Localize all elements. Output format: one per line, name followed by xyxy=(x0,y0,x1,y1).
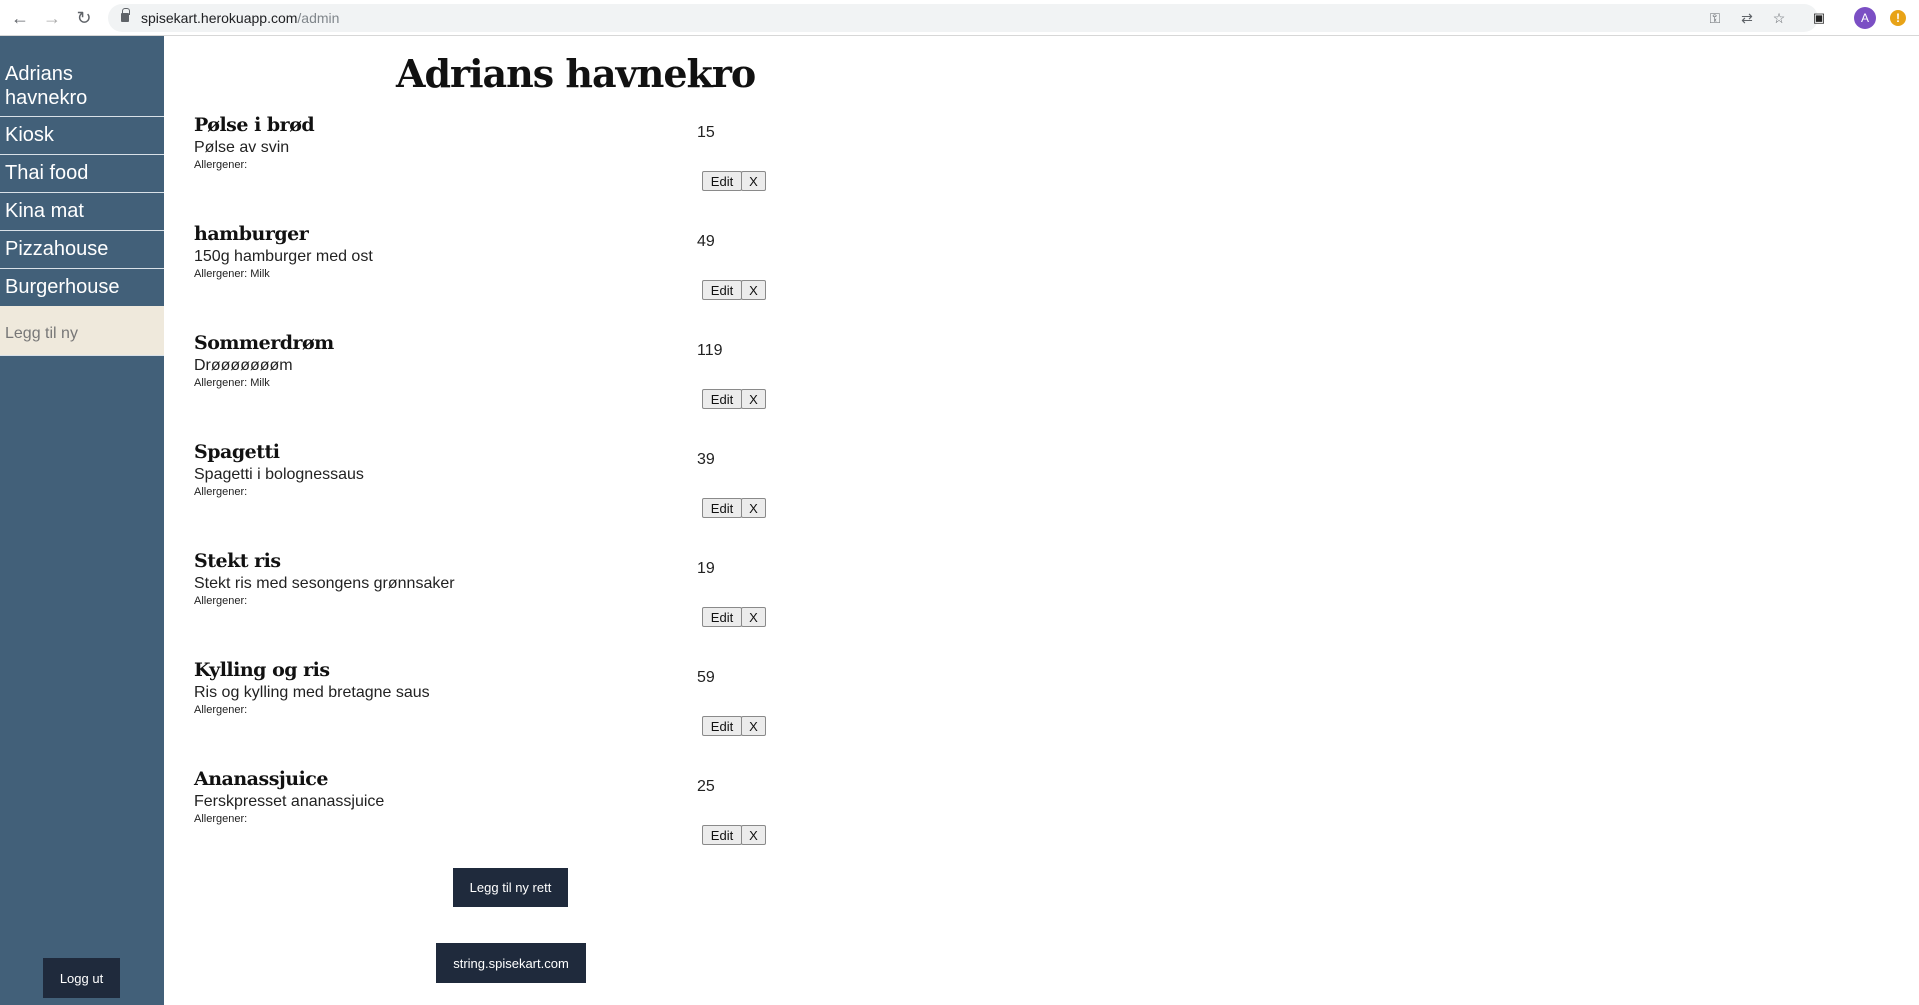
dish-price: 59 xyxy=(697,669,715,686)
address-bar[interactable]: spisekart.herokuapp.com/admin ⚿ ⇄ ☆ xyxy=(108,4,1818,32)
delete-button[interactable]: X xyxy=(741,280,766,300)
url-text: spisekart.herokuapp.com/admin xyxy=(141,10,339,26)
dish-name: Sommerdrøm xyxy=(194,332,334,354)
dish-description: Ris og kylling med bretagne saus xyxy=(194,684,430,701)
dish-item: Kylling og ris Ris og kylling med bretag… xyxy=(194,659,934,768)
dish-description: Stekt ris med sesongens grønnsaker xyxy=(194,575,455,592)
dish-allergens: Allergener: xyxy=(194,704,248,716)
dish-item: Pølse i brød Pølse av svin Allergener: 1… xyxy=(194,114,934,223)
sidebar-item-burgerhouse[interactable]: Burgerhouse xyxy=(0,269,164,306)
dish-description: Ferskpresset ananassjuice xyxy=(194,793,385,810)
dish-allergens: Allergener: xyxy=(194,486,248,498)
translate-icon[interactable]: ⇄ xyxy=(1738,9,1756,27)
page-title: Adrians havnekro xyxy=(396,51,756,96)
dish-description: Drøøøøøøøm xyxy=(194,357,293,374)
dish-price: 19 xyxy=(697,560,715,577)
dish-item: Sommerdrøm Drøøøøøøøm Allergener: Milk 1… xyxy=(194,332,934,441)
star-icon[interactable]: ☆ xyxy=(1770,9,1788,27)
dish-price: 39 xyxy=(697,451,715,468)
edit-button[interactable]: Edit xyxy=(702,498,742,518)
dish-price: 119 xyxy=(697,342,723,359)
dish-description: Pølse av svin xyxy=(194,139,290,156)
dish-name: Stekt ris xyxy=(194,550,281,572)
url-path: /admin xyxy=(297,10,340,26)
sidebar-item-kiosk[interactable]: Kiosk xyxy=(0,117,164,155)
dish-description: 150g hamburger med ost xyxy=(194,248,373,265)
dish-name: hamburger xyxy=(194,223,309,245)
edit-button[interactable]: Edit xyxy=(702,716,742,736)
add-dish-button[interactable]: Legg til ny rett xyxy=(453,868,568,907)
edit-button[interactable]: Edit xyxy=(702,280,742,300)
dish-name: Spagetti xyxy=(194,441,280,463)
delete-button[interactable]: X xyxy=(741,607,766,627)
dish-price: 15 xyxy=(697,124,715,141)
spisekart-link-button[interactable]: string.spisekart.com xyxy=(436,943,586,983)
sidebar-item-kina-mat[interactable]: Kina mat xyxy=(0,193,164,231)
dish-item: hamburger 150g hamburger med ost Allerge… xyxy=(194,223,934,332)
dish-allergens: Allergener: xyxy=(194,813,248,825)
dish-price: 49 xyxy=(697,233,715,250)
back-arrow-icon[interactable]: ← xyxy=(8,6,32,30)
edit-button[interactable]: Edit xyxy=(702,171,742,191)
sidebar-item-adrians-havnekro[interactable]: Adrians havnekro xyxy=(0,36,164,117)
extension-icon[interactable]: ▣ xyxy=(1808,7,1830,29)
dish-item: Ananassjuice Ferskpresset ananassjuice A… xyxy=(194,768,934,877)
dish-allergens: Allergener: Milk xyxy=(194,377,270,389)
dish-name: Ananassjuice xyxy=(194,768,328,790)
dish-price: 25 xyxy=(697,778,715,795)
dish-name: Pølse i brød xyxy=(194,114,315,136)
edit-button[interactable]: Edit xyxy=(702,389,742,409)
forward-arrow-icon[interactable]: → xyxy=(40,6,64,30)
sidebar-item-thai-food[interactable]: Thai food xyxy=(0,155,164,193)
sidebar-item-pizzahouse[interactable]: Pizzahouse xyxy=(0,231,164,269)
browser-toolbar: ← → ↻ spisekart.herokuapp.com/admin ⚿ ⇄ … xyxy=(0,0,1919,36)
update-warning-icon[interactable]: ! xyxy=(1890,10,1906,26)
profile-avatar[interactable]: A xyxy=(1854,7,1876,29)
lock-icon xyxy=(121,8,130,22)
delete-button[interactable]: X xyxy=(741,825,766,845)
dish-name: Kylling og ris xyxy=(194,659,330,681)
dish-allergens: Allergener: Milk xyxy=(194,268,270,280)
delete-button[interactable]: X xyxy=(741,498,766,518)
reload-icon[interactable]: ↻ xyxy=(72,6,96,30)
dish-item: Spagetti Spagetti i bolognessaus Allerge… xyxy=(194,441,934,550)
sidebar-add-new[interactable]: Legg til ny xyxy=(0,306,164,356)
main-content: Adrians havnekro Pølse i brød Pølse av s… xyxy=(164,36,1919,1005)
key-icon[interactable]: ⚿ xyxy=(1706,9,1724,27)
sidebar: Adrians havnekro Kiosk Thai food Kina ma… xyxy=(0,36,164,1005)
edit-button[interactable]: Edit xyxy=(702,607,742,627)
delete-button[interactable]: X xyxy=(741,389,766,409)
dish-description: Spagetti i bolognessaus xyxy=(194,466,364,483)
delete-button[interactable]: X xyxy=(741,171,766,191)
url-host: spisekart.herokuapp.com xyxy=(141,10,298,26)
logout-button[interactable]: Logg ut xyxy=(43,958,120,998)
dish-allergens: Allergener: xyxy=(194,595,248,607)
dish-item: Stekt ris Stekt ris med sesongens grønns… xyxy=(194,550,934,659)
delete-button[interactable]: X xyxy=(741,716,766,736)
edit-button[interactable]: Edit xyxy=(702,825,742,845)
dish-allergens: Allergener: xyxy=(194,159,248,171)
